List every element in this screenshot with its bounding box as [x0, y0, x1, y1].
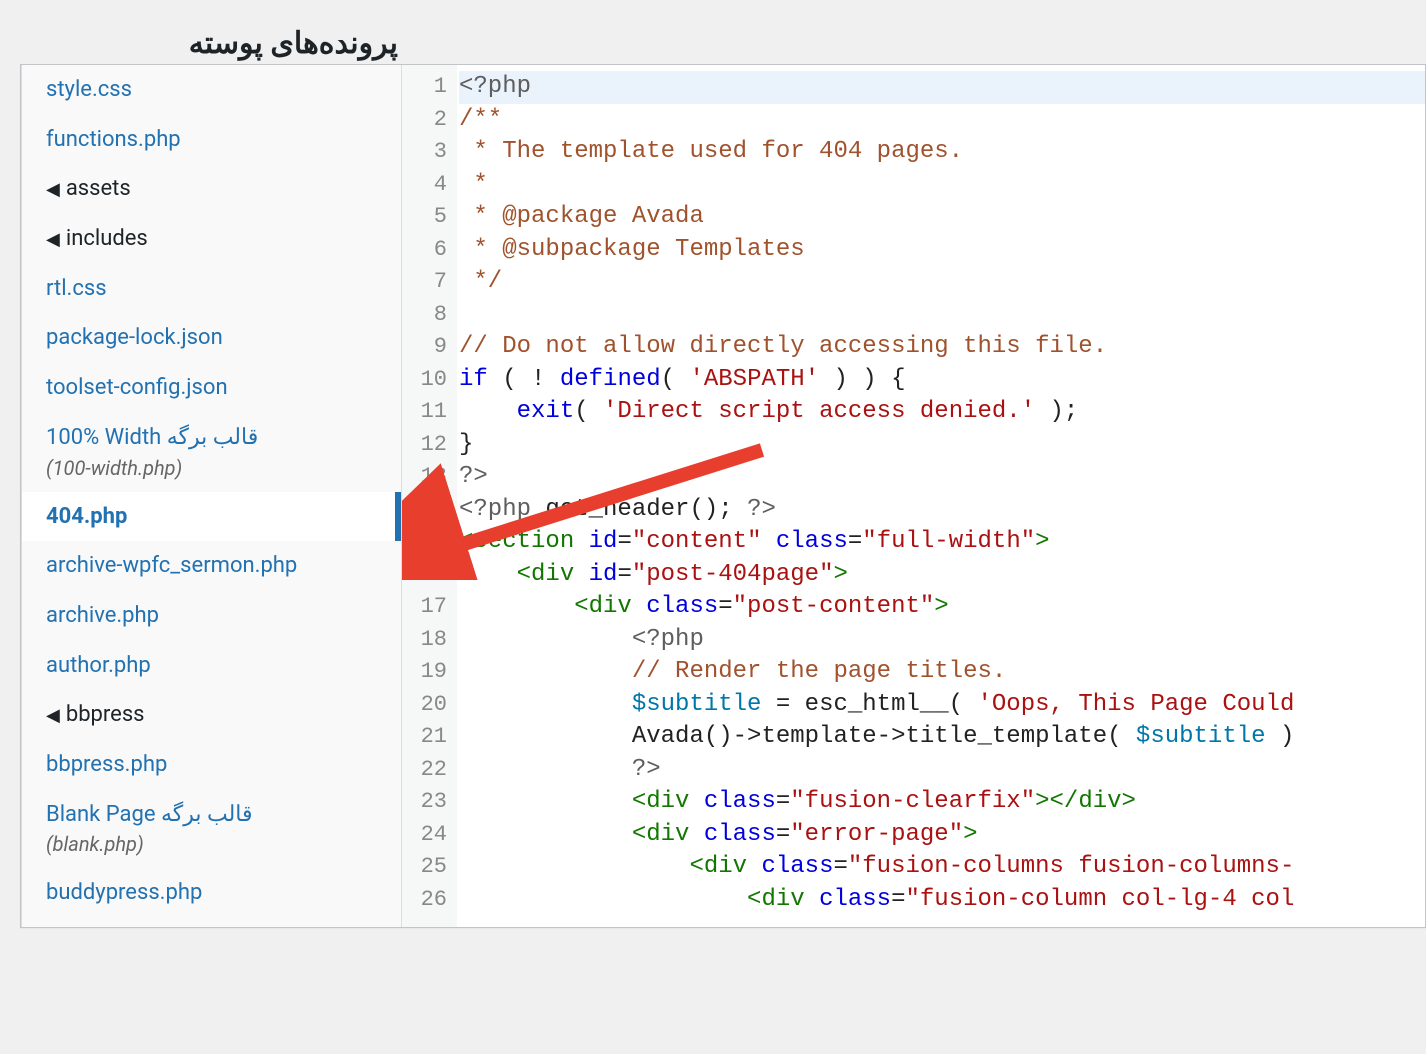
line-number: 13 — [402, 461, 457, 494]
editor-panel: style.css functions.php ◀ assets ◀ includes rt… — [20, 64, 1426, 928]
line-number: 9 — [402, 331, 457, 364]
file-tree[interactable]: style.css functions.php ◀ assets ◀ includes rt… — [21, 65, 401, 927]
file-item[interactable]: style.css — [22, 65, 401, 115]
line-number: 20 — [402, 689, 457, 722]
file-link[interactable]: buddypress.php — [46, 880, 202, 905]
file-item[interactable]: archive.php — [22, 591, 401, 641]
line-number: 16 — [402, 559, 457, 592]
line-number: 24 — [402, 819, 457, 852]
file-item[interactable]: 100% Width قالب برگه (100-width.php) — [22, 413, 401, 492]
line-number: 10 — [402, 364, 457, 397]
line-number: 25 — [402, 851, 457, 884]
folder-label: bbpress — [66, 702, 145, 727]
line-number: 4 — [402, 169, 457, 202]
line-number: 12 — [402, 429, 457, 462]
file-link[interactable]: toolset-config.json — [46, 375, 228, 400]
file-link[interactable]: author.php — [46, 653, 151, 678]
file-sublabel: (100-width.php) — [46, 455, 379, 482]
code-area[interactable]: <?php/** * The template used for 404 pag… — [459, 65, 1425, 927]
line-number-gutter: 1234567891011121314151617181920212223242… — [401, 65, 457, 927]
line-number: 3 — [402, 136, 457, 169]
file-item[interactable]: archive-wpfc_sermon.php — [22, 541, 401, 591]
file-item[interactable]: bbpress.php — [22, 740, 401, 790]
chevron-left-icon: ◀ — [46, 705, 60, 726]
folder-label: includes — [66, 226, 148, 251]
line-number: 1 — [402, 71, 457, 104]
line-number: 17 — [402, 591, 457, 624]
file-link[interactable]: Blank Page قالب برگه — [46, 802, 253, 827]
file-link[interactable]: rtl.css — [46, 276, 107, 301]
file-item[interactable]: toolset-config.json — [22, 363, 401, 413]
folder-label: assets — [66, 176, 131, 201]
file-item[interactable]: 404.php — [22, 492, 401, 542]
line-number: 22 — [402, 754, 457, 787]
file-item[interactable]: comments.php — [22, 918, 401, 927]
code-editor[interactable]: 1234567891011121314151617181920212223242… — [401, 65, 1425, 927]
file-link[interactable]: 100% Width قالب برگه — [46, 425, 258, 450]
line-number: 7 — [402, 266, 457, 299]
page-title: پرونده‌های پوسته — [189, 26, 398, 61]
file-item[interactable]: author.php — [22, 641, 401, 691]
folder-item[interactable]: ◀ assets — [22, 164, 401, 214]
file-link[interactable]: bbpress.php — [46, 752, 167, 777]
file-link[interactable]: package-lock.json — [46, 325, 223, 350]
line-number: 26 — [402, 884, 457, 917]
line-number: 15 — [402, 526, 457, 559]
file-item[interactable]: buddypress.php — [22, 868, 401, 918]
file-link[interactable]: style.css — [46, 77, 132, 102]
folder-item[interactable]: ◀ bbpress — [22, 690, 401, 740]
file-item[interactable]: functions.php — [22, 115, 401, 165]
file-item[interactable]: rtl.css — [22, 264, 401, 314]
line-number: 11 — [402, 396, 457, 429]
line-number: 19 — [402, 656, 457, 689]
folder-item[interactable]: ◀ includes — [22, 214, 401, 264]
file-sublabel: (blank.php) — [46, 831, 379, 858]
file-link[interactable]: archive.php — [46, 603, 159, 628]
file-link[interactable]: archive-wpfc_sermon.php — [46, 553, 297, 578]
line-number: 21 — [402, 721, 457, 754]
line-number: 5 — [402, 201, 457, 234]
chevron-left-icon: ◀ — [46, 179, 60, 200]
file-item[interactable]: package-lock.json — [22, 313, 401, 363]
file-link[interactable]: functions.php — [46, 127, 181, 152]
line-number: 2 — [402, 104, 457, 137]
chevron-left-icon: ◀ — [46, 229, 60, 250]
line-number: 6 — [402, 234, 457, 267]
file-item[interactable]: Blank Page قالب برگه (blank.php) — [22, 790, 401, 869]
line-number: 23 — [402, 786, 457, 819]
line-number: 14 — [402, 494, 457, 527]
line-number: 8 — [402, 299, 457, 332]
file-link[interactable]: 404.php — [46, 504, 127, 529]
line-number: 18 — [402, 624, 457, 657]
